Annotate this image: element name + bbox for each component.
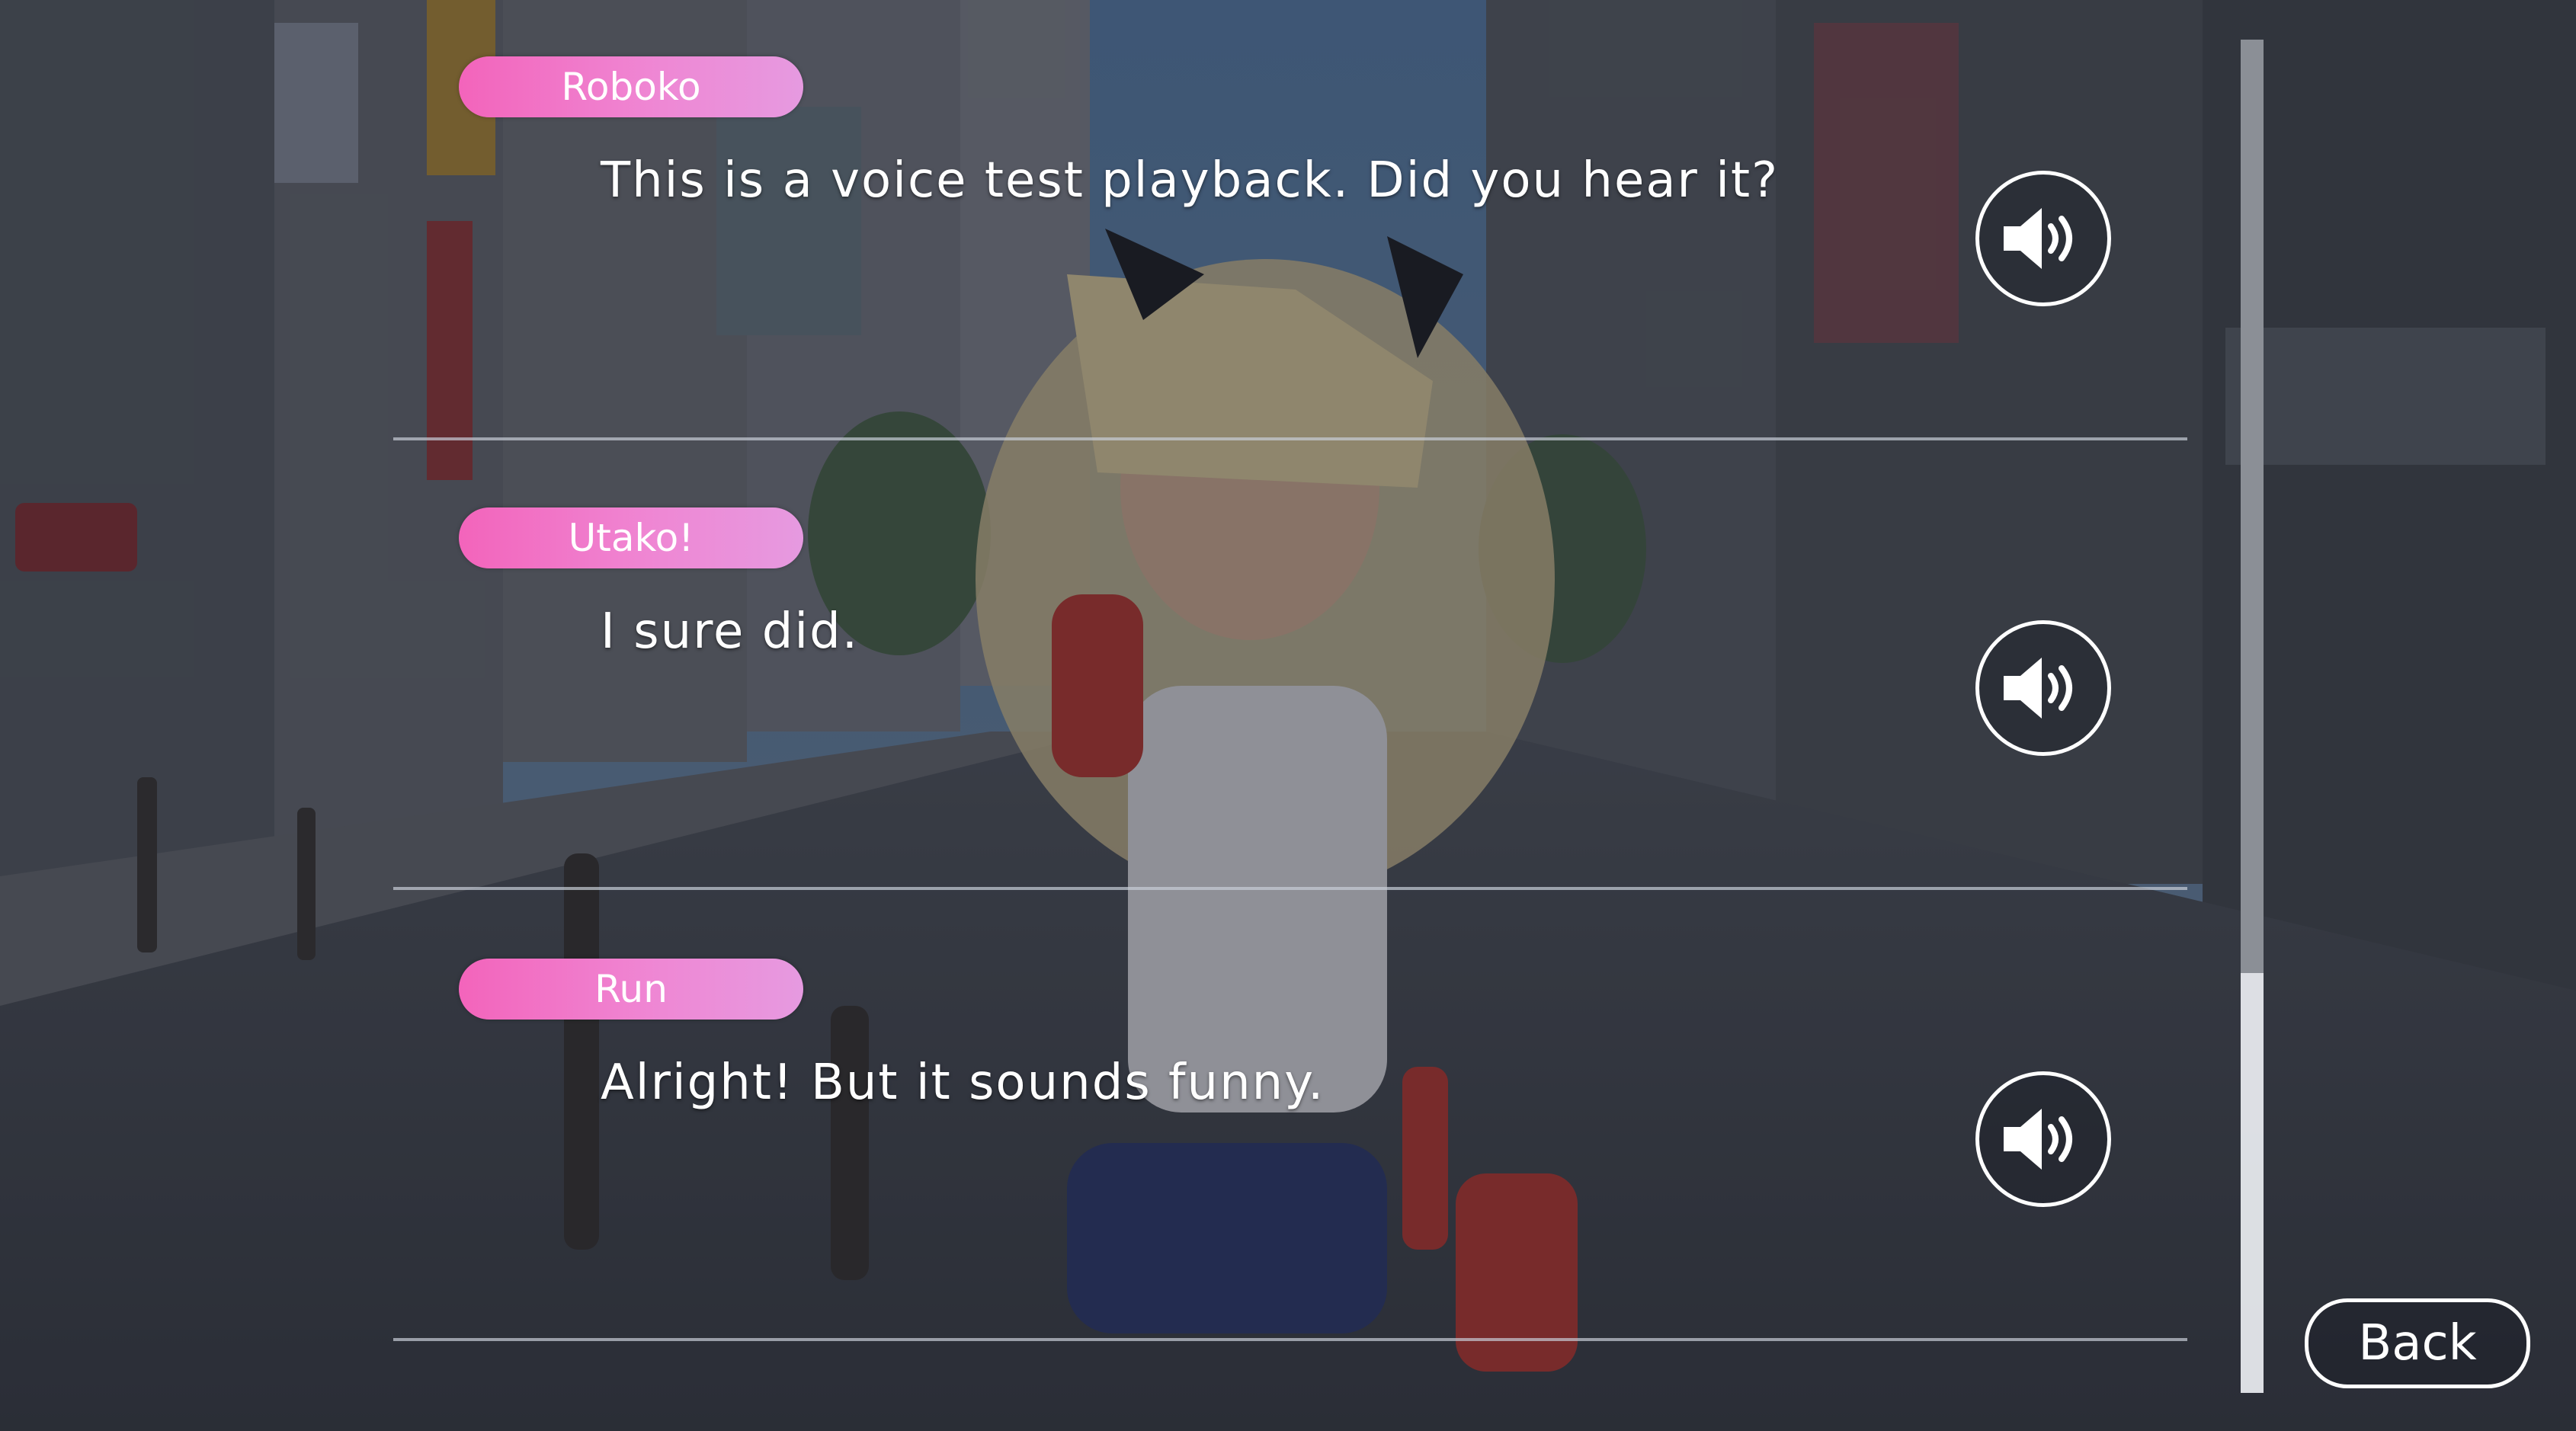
backlog-scrollbar[interactable] — [2241, 40, 2264, 1393]
speaker-volume-icon — [2004, 1109, 2072, 1170]
entry-divider — [393, 887, 2187, 890]
voice-replay-button[interactable] — [1975, 1071, 2111, 1207]
voice-replay-button[interactable] — [1975, 620, 2111, 756]
speaker-name-tag: Roboko — [459, 56, 803, 117]
entry-divider — [393, 437, 2187, 440]
speaker-name-tag: Utako! — [459, 507, 803, 568]
dim-overlay — [0, 0, 2576, 1431]
voice-replay-button[interactable] — [1975, 171, 2111, 306]
entry-divider — [393, 1338, 2187, 1341]
speaker-name-tag: Run — [459, 959, 803, 1020]
speaker-volume-icon — [2004, 208, 2072, 269]
dialogue-text: This is a voice test playback. Did you h… — [601, 152, 1780, 209]
background-scene — [0, 0, 2576, 1431]
back-button[interactable]: Back — [2305, 1298, 2530, 1388]
dialogue-text: Alright! But it sounds funny. — [601, 1055, 1325, 1111]
dialogue-text: I sure did. — [601, 603, 860, 660]
scrollbar-thumb[interactable] — [2241, 40, 2264, 973]
speaker-volume-icon — [2004, 658, 2072, 719]
